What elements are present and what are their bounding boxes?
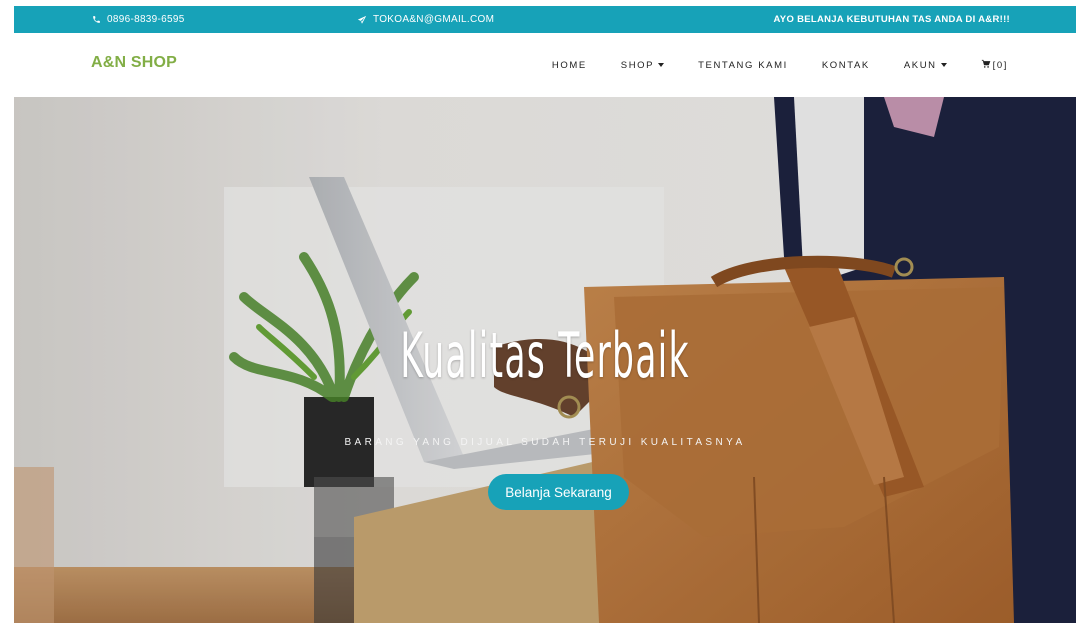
hero-title: Kualitas Terbaik [400,319,690,392]
nav-item-akun[interactable]: AKUN [904,60,947,71]
phone-icon [92,15,101,24]
nav-item-label: AKUN [903,59,937,71]
nav-item-tentang-kami[interactable]: TENTANG KAMI [698,60,788,71]
brand-logo[interactable]: A&N SHOP [91,54,177,72]
caret-down-icon [940,63,947,67]
hero-subtitle: BARANG YANG DIJUAL SUDAH TERUJI KUALITAS… [344,437,746,448]
nav-item-label: TENTANG KAMI [698,59,788,71]
phone-number: 0896-8839-6595 [107,14,185,25]
nav-item-home[interactable]: HOME [552,60,587,71]
shop-now-button[interactable]: Belanja Sekarang [488,474,629,510]
nav-menu: HOME SHOP TENTANG KAMI KONTAK AKUN [0] [518,33,1008,97]
contact-phone[interactable]: 0896-8839-6595 [92,14,185,25]
paper-plane-icon [357,15,367,25]
caret-down-icon [658,63,665,67]
nav-item-kontak[interactable]: KONTAK [822,60,870,71]
nav-item-label: SHOP [620,59,655,71]
main-navbar: A&N SHOP HOME SHOP TENTANG KAMI KONTAK A… [14,33,1076,97]
email-address: TOKOA&N@GMAIL.COM [373,14,495,25]
nav-item-label: HOME [551,59,587,71]
top-info-bar: 0896-8839-6595 TOKOA&N@GMAIL.COM AYO BEL… [14,6,1076,33]
page: 0896-8839-6595 TOKOA&N@GMAIL.COM AYO BEL… [14,6,1076,623]
contact-email[interactable]: TOKOA&N@GMAIL.COM [357,14,494,25]
nav-cart[interactable]: [0] [981,59,1008,72]
cart-icon [981,59,991,72]
hero-banner: Kualitas Terbaik BARANG YANG DIJUAL SUDA… [14,97,1076,623]
promo-text: AYO BELANJA KEBUTUHAN TAS ANDA DI A&R!!! [773,14,1010,25]
cart-count: [0] [992,59,1008,71]
nav-item-label: KONTAK [821,59,870,71]
nav-item-shop[interactable]: SHOP [620,59,665,71]
